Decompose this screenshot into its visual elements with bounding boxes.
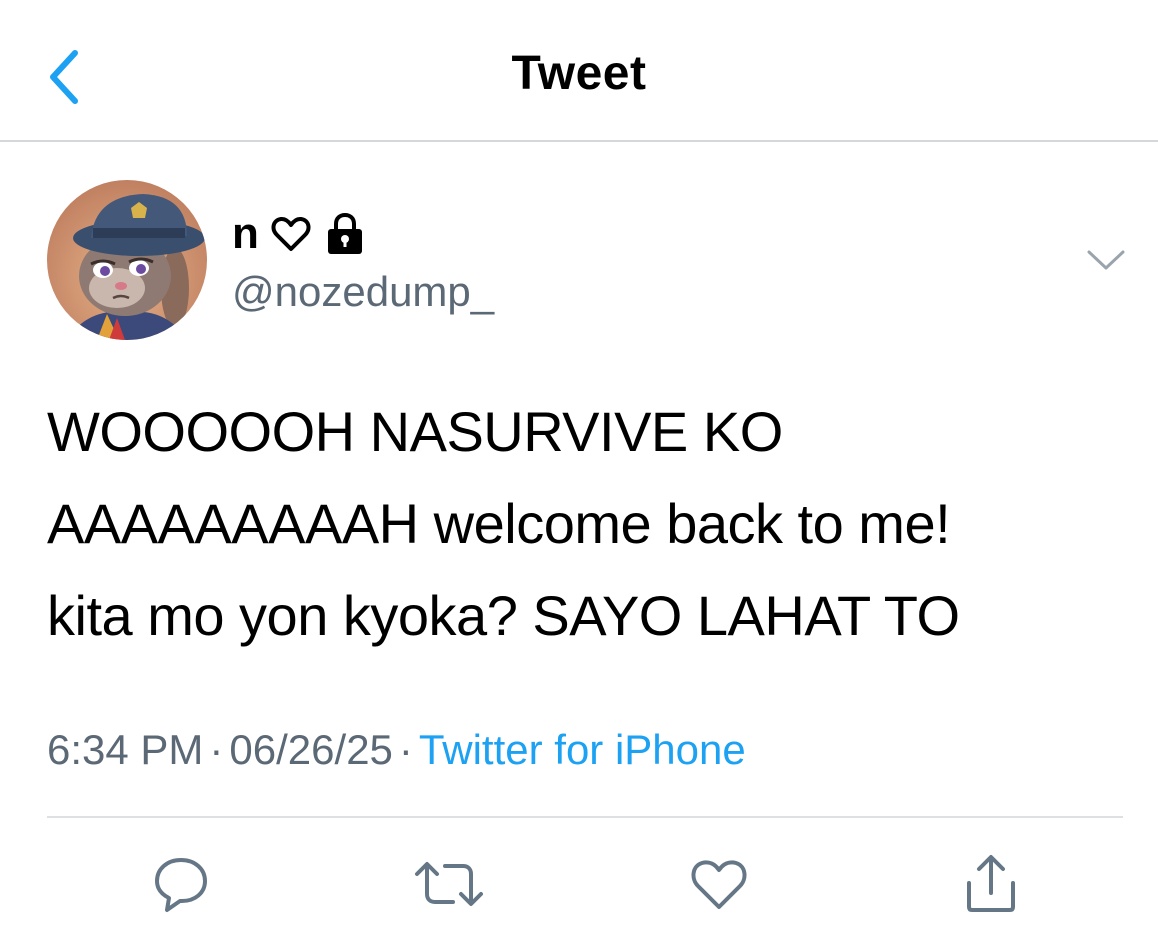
share-button[interactable] <box>955 848 1027 920</box>
meta-separator: · <box>398 726 413 773</box>
retweet-button[interactable] <box>413 848 485 920</box>
display-name[interactable]: n <box>232 212 259 256</box>
like-icon <box>691 860 747 909</box>
tweet-text-line: kita mo yon kyoka? SAYO LAHAT TO <box>47 584 960 647</box>
lock-icon <box>327 212 362 254</box>
tweet-meta: 6:34 PM · 06/26/25 · Twitter for iPhone <box>47 726 746 774</box>
like-button[interactable] <box>683 848 755 920</box>
reply-button[interactable] <box>145 848 217 920</box>
page-title: Tweet <box>511 47 647 100</box>
retweet-icon <box>415 862 483 906</box>
avatar-image <box>47 180 207 340</box>
tweet-source-link[interactable]: Twitter for iPhone <box>419 726 746 773</box>
tweet-text-line: AAAAAAAAAH welcome back to me! <box>47 492 951 555</box>
divider <box>47 816 1123 818</box>
username-handle[interactable]: @nozedump_ <box>232 268 494 316</box>
tweet-text: WOOOOOH NASURVIVE KO AAAAAAAAAH welcome … <box>47 386 1127 662</box>
navigation-header: Tweet <box>0 0 1158 142</box>
reply-icon <box>155 858 207 912</box>
meta-separator: · <box>209 726 224 773</box>
share-icon <box>967 855 1015 912</box>
heart-outline-icon <box>271 216 311 251</box>
more-options-button[interactable] <box>1082 240 1130 280</box>
author-name-row: n <box>232 206 367 262</box>
tweet-text-line: WOOOOOH NASURVIVE KO <box>47 400 783 463</box>
chevron-down-icon <box>1087 250 1125 270</box>
tweet-date: 06/26/25 <box>229 726 393 773</box>
avatar[interactable] <box>47 180 207 340</box>
tweet-time: 6:34 PM <box>47 726 204 773</box>
